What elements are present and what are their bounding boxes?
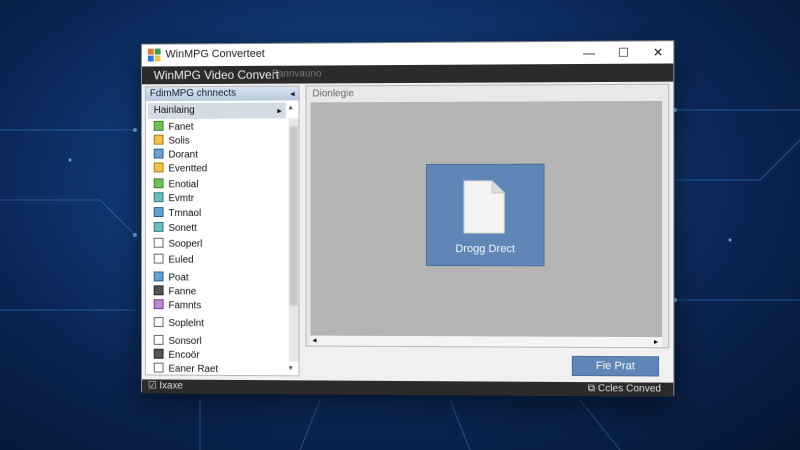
document-icon <box>462 179 506 235</box>
monitor-icon <box>153 192 164 203</box>
list-item[interactable]: Tmnaol <box>153 207 201 220</box>
folder-icon <box>153 162 164 173</box>
list-item[interactable]: Evmtr <box>153 192 194 205</box>
scroll-up-button[interactable]: ▴ <box>289 102 293 111</box>
file-prat-button[interactable]: Fie Prat <box>571 355 660 377</box>
list-item[interactable]: Fanne <box>153 285 196 298</box>
monitor-icon <box>153 207 164 218</box>
video-icon <box>153 299 164 310</box>
list-item[interactable]: Encoör <box>153 348 200 362</box>
preview-panel: Dionlegie Drogg Drect ◂ ▸ <box>305 83 670 349</box>
app-name-label: WinMPG Video Convert <box>153 67 279 83</box>
scrollbar-thumb[interactable] <box>289 126 298 306</box>
list-item[interactable]: Solis <box>153 134 190 148</box>
list-item[interactable]: Famnts <box>153 299 201 312</box>
maximize-button[interactable]: ☐ <box>606 41 641 63</box>
preview-area[interactable]: Drogg Drect <box>310 100 663 338</box>
list-item[interactable]: Soplelnt <box>153 317 204 330</box>
list-item[interactable]: Euled <box>153 253 194 267</box>
document-icon <box>153 148 164 159</box>
panel-header-label: FdimMPG chnnects <box>149 87 237 100</box>
file-icon <box>153 362 164 373</box>
scroll-down-button[interactable]: ▾ <box>289 363 293 372</box>
list-item[interactable]: Sonett <box>153 221 197 235</box>
monitor-icon <box>153 271 164 282</box>
collapse-arrow-icon[interactable]: ◂ <box>290 87 294 101</box>
film-icon <box>153 178 164 189</box>
file-icon <box>153 253 164 264</box>
menu-bar: WinMPG Video Convert Fannvauno <box>141 63 674 85</box>
file-icon <box>153 237 164 248</box>
status-right: ⧉ Ccles Conved <box>588 383 661 395</box>
scroll-right-button[interactable]: ▸ <box>654 337 658 346</box>
scroll-left-button[interactable]: ◂ <box>312 336 316 345</box>
list-item[interactable]: Sooperl <box>153 237 202 251</box>
list-item[interactable]: Eventted <box>153 162 207 175</box>
minimize-button[interactable]: — <box>572 42 606 64</box>
window-title: WinMPG Converteet <box>165 47 265 61</box>
status-left: ☑ Ixaxe <box>148 380 183 391</box>
status-left-text: Ixaxe <box>159 380 183 392</box>
category-label: Hainlaing <box>153 104 195 116</box>
encoder-icon <box>153 348 164 359</box>
convert-icon: ⧉ <box>587 383 598 395</box>
folder-icon <box>153 134 164 145</box>
status-right-text: Ccles Conved <box>597 383 662 395</box>
list-item[interactable]: Poat <box>153 271 189 284</box>
gear-icon <box>153 221 164 232</box>
drop-zone[interactable]: Drogg Drect <box>425 163 545 267</box>
app-icon <box>147 48 161 62</box>
list-item[interactable]: Eaner Raet <box>153 362 218 376</box>
expand-arrow-icon[interactable]: ▸ <box>277 103 281 119</box>
app-window: WinMPG Converteet — ☐ ✕ WinMPG Video Con… <box>141 40 676 397</box>
preview-panel-label: Dionlegie <box>312 88 354 100</box>
list-item[interactable]: Enotial <box>153 178 198 191</box>
channels-panel: FdimMPG chnnects ◂ Hainlaing ▸ ▴ ▾ Fanet… <box>144 85 300 377</box>
title-bar[interactable]: WinMPG Converteet — ☐ ✕ <box>141 41 676 67</box>
file-icon <box>153 317 164 328</box>
menu-sub-label[interactable]: Fannvauno <box>272 68 322 79</box>
video-icon <box>153 120 164 131</box>
category-row[interactable]: Hainlaing ▸ <box>147 102 286 119</box>
panel-header: FdimMPG chnnects ◂ <box>145 86 299 102</box>
close-button[interactable]: ✕ <box>641 41 676 63</box>
list-item[interactable]: Sonsorl <box>153 334 202 348</box>
list-item[interactable]: Fanet <box>153 120 194 134</box>
list-item[interactable]: Dorant <box>153 148 198 162</box>
file-icon <box>153 334 164 345</box>
horizontal-scrollbar[interactable]: ◂ ▸ <box>310 335 663 348</box>
tag-icon <box>153 285 164 296</box>
status-icon: ☑ <box>147 380 160 392</box>
drop-zone-label: Drogg Drect <box>455 243 515 256</box>
